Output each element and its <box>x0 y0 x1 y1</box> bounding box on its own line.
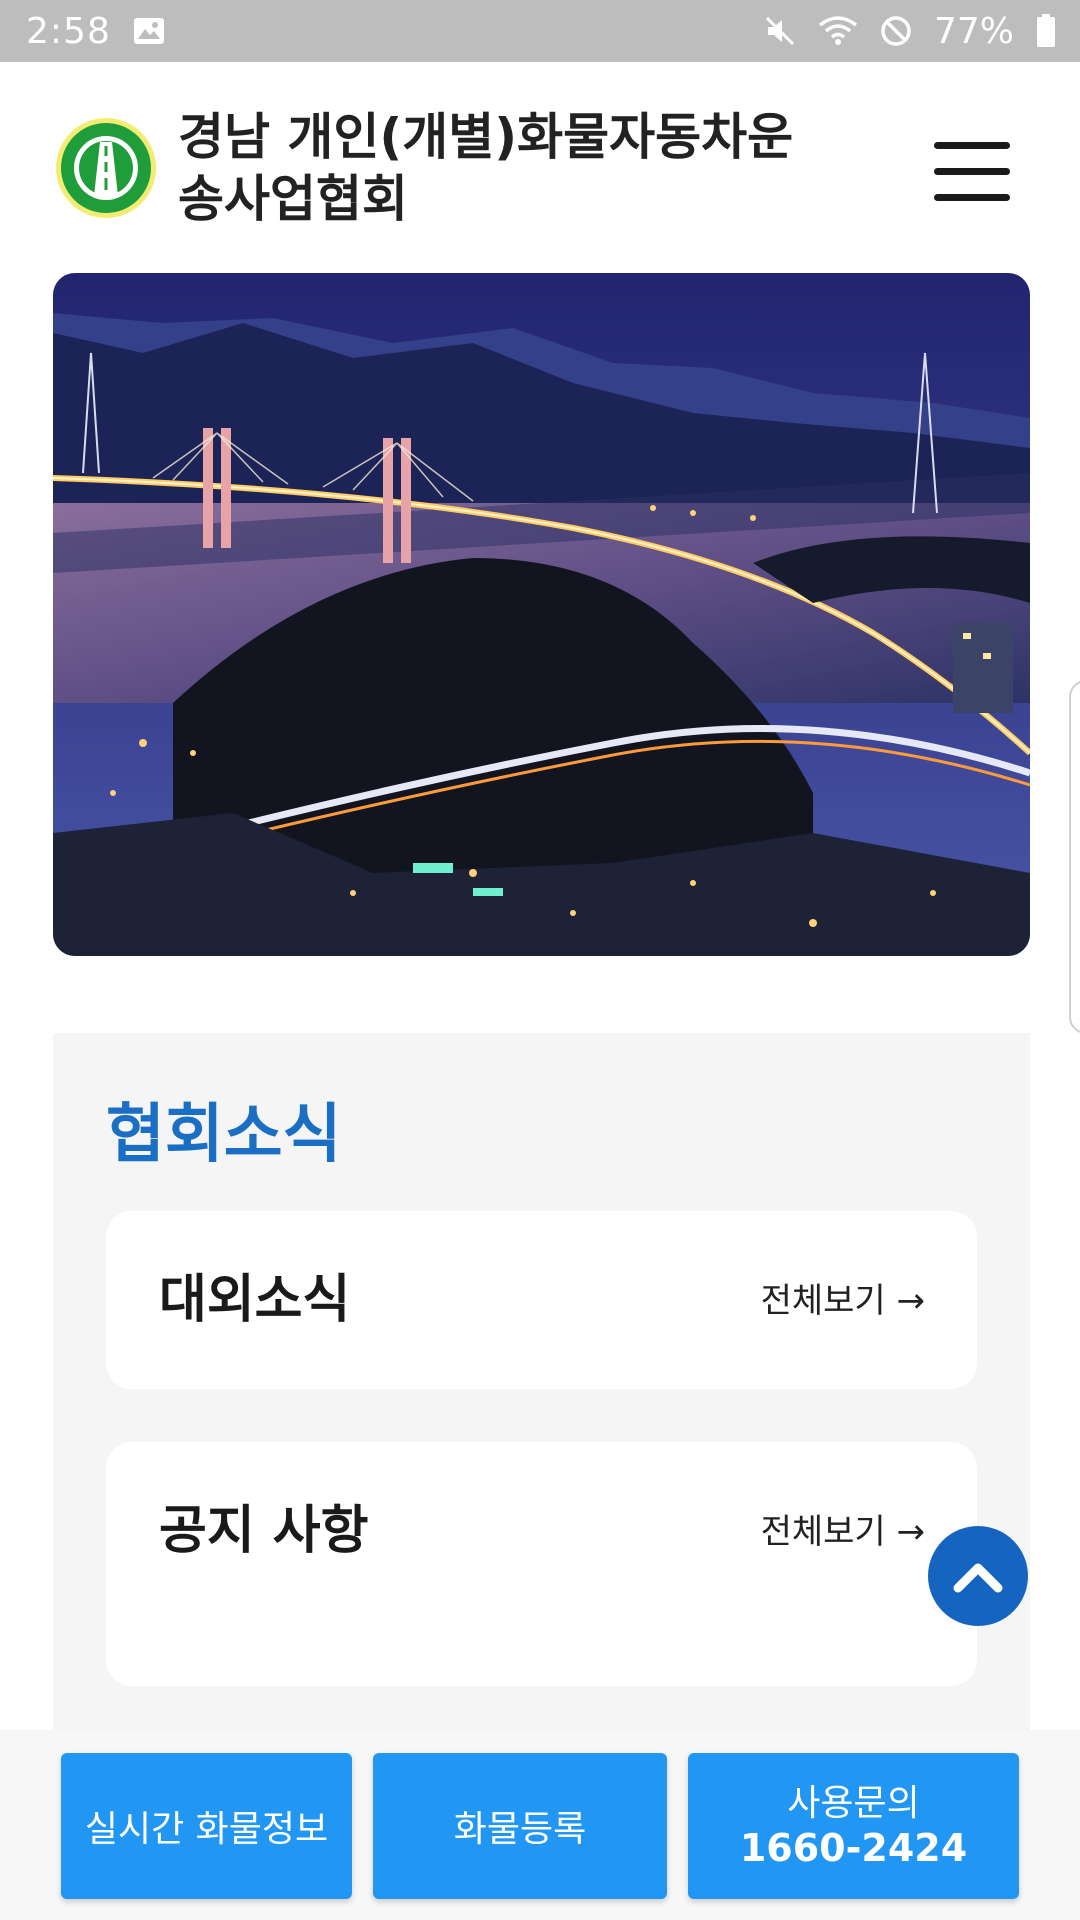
cargo-register-button[interactable]: 화물등록 <box>373 1753 667 1899</box>
site-title[interactable]: 경남 개인(개별)화물자동차운송사업협회 <box>178 106 818 230</box>
contact-label: 사용문의 <box>787 1783 920 1824</box>
edge-panel-handle[interactable] <box>1069 680 1080 1034</box>
news-section: 협회소식 대외소식 전체보기 → 공지 사항 전체보기 → <box>53 1033 1030 1733</box>
view-all-link-notice[interactable]: 전체보기 → <box>761 1504 925 1553</box>
status-time: 2:58 <box>26 10 111 52</box>
realtime-cargo-info-button[interactable]: 실시간 화물정보 <box>61 1753 352 1899</box>
card-title-external: 대외소식 <box>159 1270 351 1330</box>
status-bar: 2:58 77% <box>0 0 1080 62</box>
association-logo-icon[interactable] <box>54 116 158 220</box>
do-not-disturb-icon <box>880 15 912 47</box>
wifi-icon <box>818 15 858 47</box>
section-heading: 협회소식 <box>106 1098 342 1172</box>
chevron-up-icon <box>950 1556 1006 1596</box>
hero-image <box>53 273 1030 956</box>
menu-bar <box>934 142 1010 149</box>
contact-phone: 1660-2424 <box>739 1826 968 1870</box>
contact-button[interactable]: 사용문의 1660-2424 <box>688 1753 1019 1899</box>
mute-icon <box>764 15 796 47</box>
bottom-action-bar: 실시간 화물정보 화물등록 사용문의 1660-2424 <box>0 1730 1080 1920</box>
status-left: 2:58 <box>26 11 165 52</box>
news-card-notice: 공지 사항 전체보기 → <box>106 1442 977 1686</box>
view-all-link-external[interactable]: 전체보기 → <box>761 1273 925 1322</box>
battery-icon <box>1036 14 1056 48</box>
menu-bar <box>934 194 1010 201</box>
card-title-notice: 공지 사항 <box>159 1501 369 1561</box>
status-right: 77% <box>764 11 1056 52</box>
hamburger-menu-icon[interactable] <box>930 140 1010 204</box>
image-icon <box>133 17 165 45</box>
site-header: 경남 개인(개별)화물자동차운송사업협회 <box>0 62 1080 274</box>
menu-bar <box>934 168 1010 175</box>
battery-percent: 77% <box>933 10 1014 52</box>
news-card-external: 대외소식 전체보기 → <box>106 1211 977 1389</box>
scroll-to-top-button[interactable] <box>928 1526 1028 1626</box>
